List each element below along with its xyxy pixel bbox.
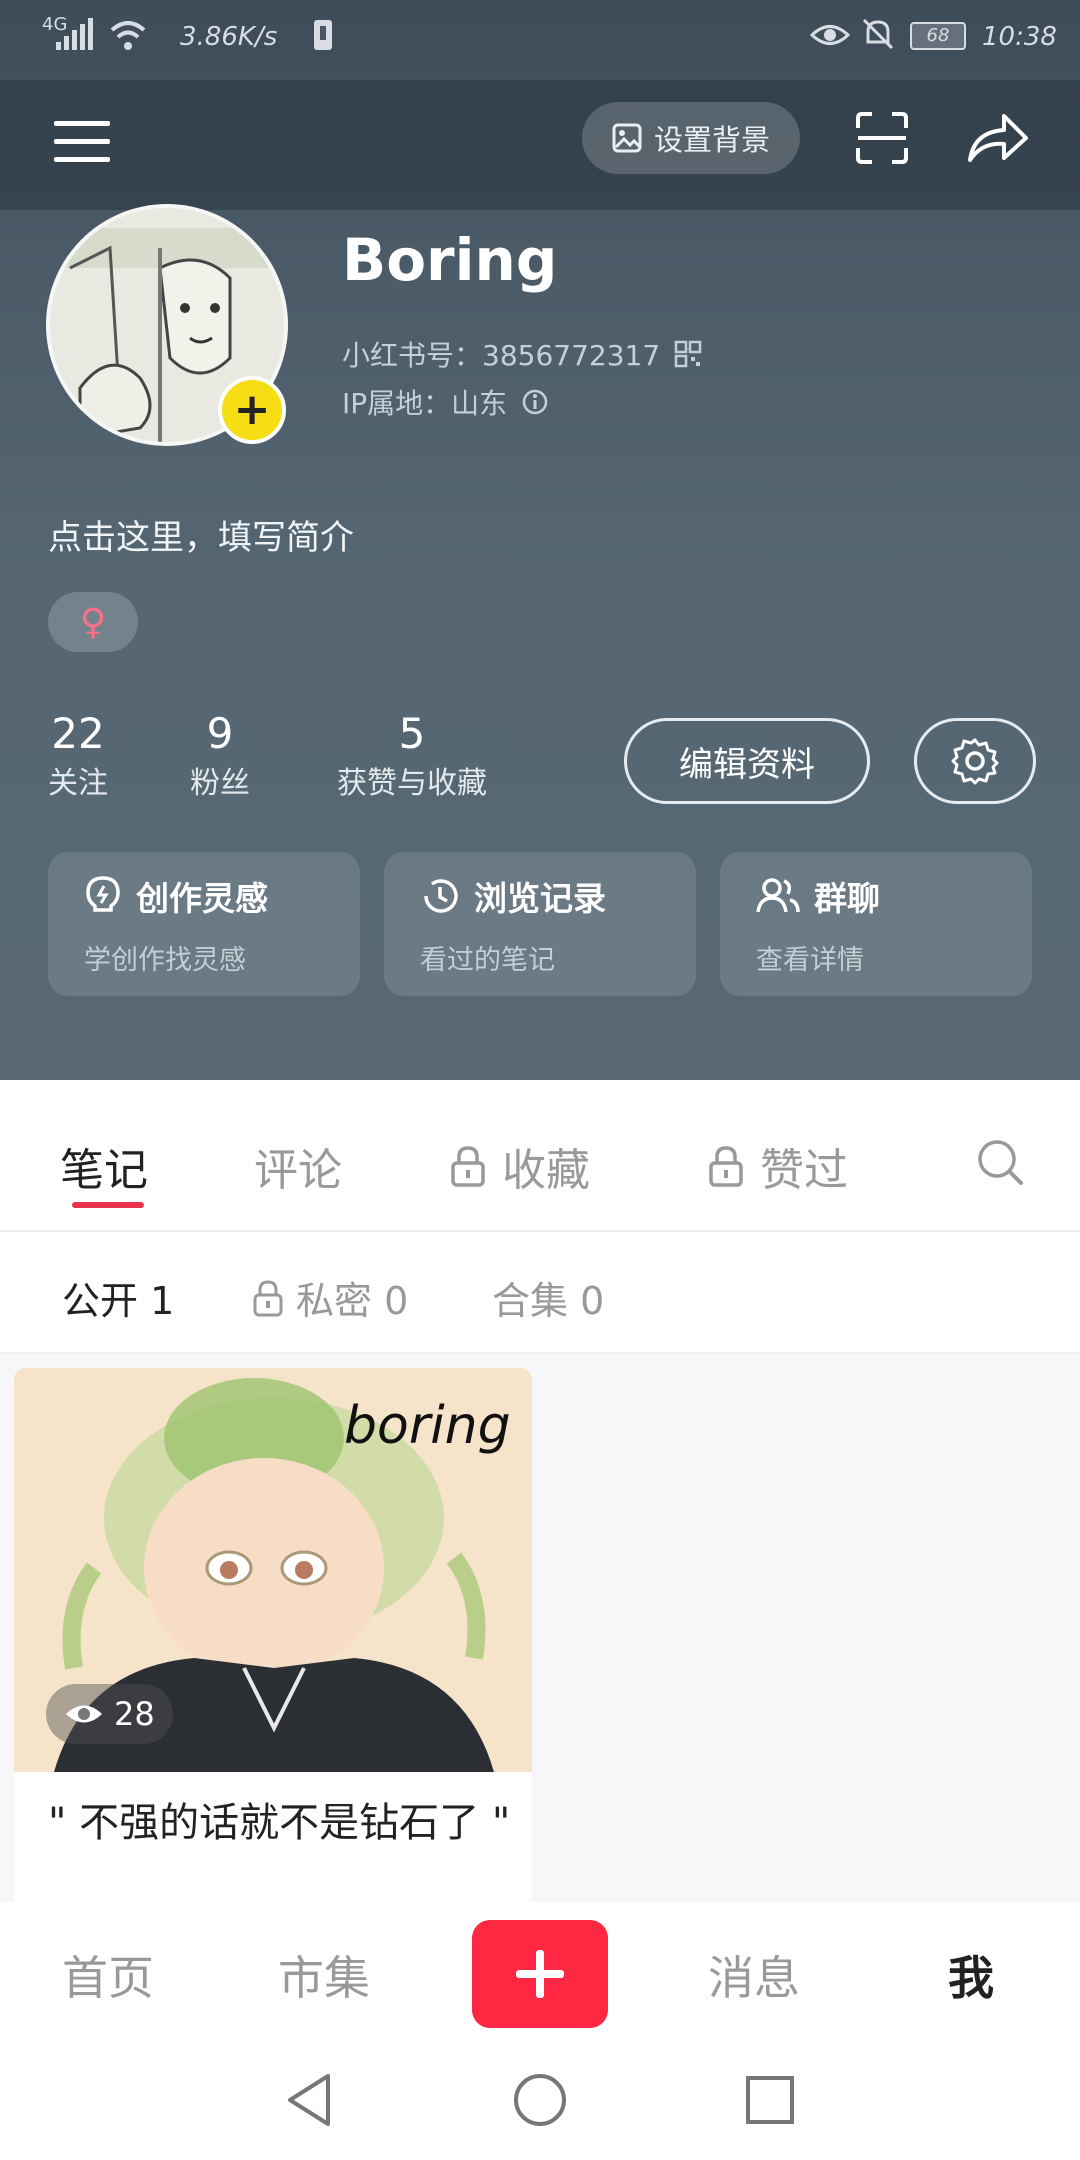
female-icon: ♀ xyxy=(79,601,107,643)
wifi-icon xyxy=(110,21,146,50)
eye-icon xyxy=(66,1705,102,1723)
edit-profile-label: 编辑资料 xyxy=(679,744,815,785)
tab-collections[interactable]: 收藏 xyxy=(450,1134,590,1198)
status-bar: 4G 3.86K/s 68 10:38 xyxy=(0,0,1080,80)
top-bar xyxy=(0,80,1080,210)
bottom-nav: 首页 市集 消息 我 xyxy=(0,1902,1080,2042)
following-count: 22 xyxy=(51,709,105,758)
recents-square-icon[interactable] xyxy=(744,2074,796,2126)
mute-bell-icon xyxy=(862,18,894,50)
system-nav-bar xyxy=(0,2042,1080,2160)
subtab-albums-label: 合集 0 xyxy=(492,1279,605,1323)
following-label: 关注 xyxy=(48,766,108,801)
set-background-label: 设置背景 xyxy=(653,123,770,157)
search-button[interactable] xyxy=(976,1138,1024,1190)
info-icon[interactable] xyxy=(521,388,549,416)
lock-icon xyxy=(451,1146,485,1187)
add-avatar-button[interactable]: + xyxy=(218,376,286,444)
nav-market[interactable]: 市集 xyxy=(278,1942,370,2008)
card-group-chat-sub: 查看详情 xyxy=(756,945,864,976)
nav-me[interactable]: 我 xyxy=(948,1942,994,2008)
followers-count: 9 xyxy=(206,709,234,758)
scan-button[interactable] xyxy=(848,104,916,172)
view-count: 28 xyxy=(114,1695,155,1733)
subtab-albums[interactable]: 合集 0 xyxy=(492,1270,604,1325)
battery-level: 68 xyxy=(926,25,950,46)
edit-profile-button[interactable]: 编辑资料 xyxy=(624,718,870,804)
clock: 10:38 xyxy=(982,22,1057,52)
stat-following[interactable]: 22 关注 xyxy=(40,706,116,806)
gender-badge: ♀ xyxy=(48,592,138,652)
card-inspiration[interactable]: 创作灵感 学创作找灵感 xyxy=(48,852,360,996)
bio-prompt[interactable]: 点击这里，填写简介 xyxy=(48,510,354,559)
battery-indicator: 68 xyxy=(910,22,966,50)
tab-indicator xyxy=(72,1202,144,1208)
subtab-public-label: 公开 1 xyxy=(62,1279,175,1323)
profile-ip-row: IP属地：山东 xyxy=(342,382,549,422)
sim-icon xyxy=(314,20,332,50)
likes-label: 获赞与收藏 xyxy=(337,766,487,801)
lock-icon xyxy=(253,1279,283,1316)
card-group-chat-title: 群聊 xyxy=(814,879,880,918)
note-card[interactable]: boring 28 " 不强的话就不是钻石了 " xyxy=(14,1368,532,1908)
subtab-public[interactable]: 公开 1 xyxy=(62,1270,174,1325)
lock-icon xyxy=(709,1146,743,1187)
set-background-button[interactable]: 设置背景 xyxy=(582,102,800,174)
subtab-private[interactable]: 私密 0 xyxy=(252,1270,408,1325)
content-tabs: 笔记 评论 收藏 赞过 xyxy=(0,1080,1080,1232)
notes-feed: boring 28 " 不强的话就不是钻石了 " xyxy=(0,1354,1080,1908)
tab-liked[interactable]: 赞过 xyxy=(708,1134,848,1198)
share-icon xyxy=(968,114,1028,162)
tab-notes-label: 笔记 xyxy=(60,1145,148,1196)
signal-icon xyxy=(56,18,93,50)
tab-collections-label: 收藏 xyxy=(502,1145,590,1196)
network-speed: 3.86K/s xyxy=(180,22,278,52)
card-history-title: 浏览记录 xyxy=(474,879,606,918)
card-inspiration-sub: 学创作找灵感 xyxy=(84,945,246,976)
card-inspiration-title: 创作灵感 xyxy=(136,879,268,918)
share-button[interactable] xyxy=(962,104,1034,172)
tab-notes[interactable]: 笔记 xyxy=(60,1134,148,1198)
qr-code-icon[interactable] xyxy=(674,340,702,368)
tab-comments[interactable]: 评论 xyxy=(254,1134,342,1198)
likes-count: 5 xyxy=(398,709,426,758)
clock-icon xyxy=(424,879,458,913)
note-cover-caption: boring xyxy=(344,1396,511,1456)
menu-button[interactable] xyxy=(40,110,124,174)
gear-icon xyxy=(951,738,999,785)
tab-liked-label: 赞过 xyxy=(760,1145,848,1196)
view-count-badge: 28 xyxy=(46,1684,173,1744)
image-icon xyxy=(612,123,642,153)
search-icon xyxy=(978,1140,1023,1185)
followers-label: 粉丝 xyxy=(190,766,250,801)
scan-icon xyxy=(856,112,908,164)
card-group-chat[interactable]: 群聊 查看详情 xyxy=(720,852,1032,996)
profile-name: Boring xyxy=(342,226,558,294)
tab-comments-label: 评论 xyxy=(254,1145,342,1196)
stat-followers[interactable]: 9 粉丝 xyxy=(180,706,260,806)
note-filter-tabs: 公开 1 私密 0 合集 0 xyxy=(0,1232,1080,1354)
subtab-private-label: 私密 0 xyxy=(296,1279,409,1323)
eye-comfort-icon xyxy=(810,25,850,45)
nav-messages[interactable]: 消息 xyxy=(708,1942,800,2008)
lightbulb-icon xyxy=(86,876,120,912)
back-triangle-icon[interactable] xyxy=(284,2072,334,2128)
group-icon xyxy=(756,878,800,913)
stat-likes[interactable]: 5 获赞与收藏 xyxy=(322,706,502,806)
settings-button[interactable] xyxy=(914,718,1036,804)
home-circle-icon[interactable] xyxy=(512,2072,568,2128)
plus-icon xyxy=(516,1950,564,1998)
note-title: " 不强的话就不是钻石了 " xyxy=(48,1800,511,1846)
hamburger-icon xyxy=(54,121,110,162)
profile-ip: IP属地：山东 xyxy=(342,387,508,420)
card-history-sub: 看过的笔记 xyxy=(420,945,555,976)
nav-home[interactable]: 首页 xyxy=(62,1942,154,2008)
plus-icon: + xyxy=(233,384,271,435)
profile-id: 小红书号：3856772317 xyxy=(342,339,661,372)
create-post-button[interactable] xyxy=(472,1920,608,2028)
note-cover-image: boring 28 xyxy=(14,1368,532,1772)
card-history[interactable]: 浏览记录 看过的笔记 xyxy=(384,852,696,996)
profile-id-row: 小红书号：3856772317 xyxy=(342,334,702,374)
